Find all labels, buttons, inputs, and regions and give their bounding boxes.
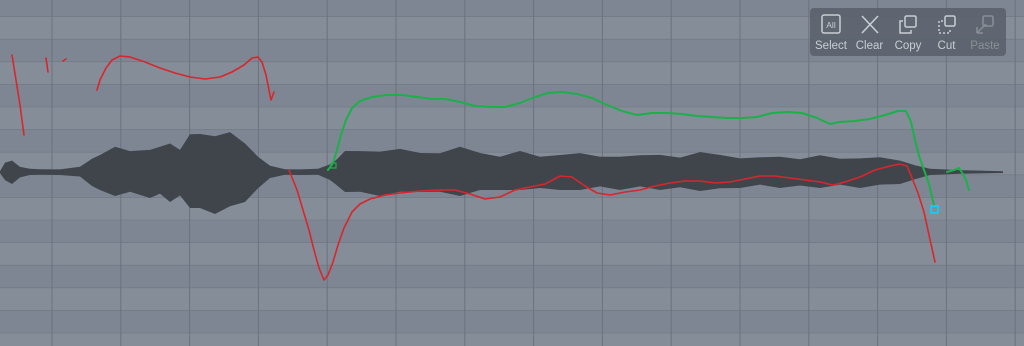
grid-row [0, 333, 1024, 346]
grid-row [0, 265, 1024, 288]
cut-icon [937, 15, 956, 34]
copy-icon [899, 15, 917, 34]
clear-label: Clear [855, 40, 884, 52]
paste-icon [976, 15, 994, 34]
cut-button[interactable]: Cut [928, 8, 966, 56]
cut-label: Cut [937, 40, 956, 52]
copy-label: Copy [894, 40, 922, 52]
grid-row [0, 287, 1024, 311]
grid-row [0, 84, 1024, 107]
select-all-icon: All [821, 14, 841, 34]
grid-row [0, 197, 1024, 220]
grid-row [0, 310, 1024, 333]
grid-row [0, 220, 1024, 243]
select-all-label: Select [815, 40, 847, 52]
pitch-editor[interactable]: All Select Clear Copy Cut Paste [0, 0, 1024, 346]
grid-row [0, 242, 1024, 266]
clear-button[interactable]: Clear [851, 8, 889, 56]
copy-button[interactable]: Copy [889, 8, 927, 56]
select-all-button[interactable]: All Select [812, 8, 850, 56]
paste-label: Paste [970, 40, 1000, 52]
svg-text:All: All [826, 20, 836, 30]
x-icon [860, 15, 879, 34]
edit-toolbar: All Select Clear Copy Cut Paste [810, 8, 1006, 56]
paste-button[interactable]: Paste [966, 8, 1004, 56]
